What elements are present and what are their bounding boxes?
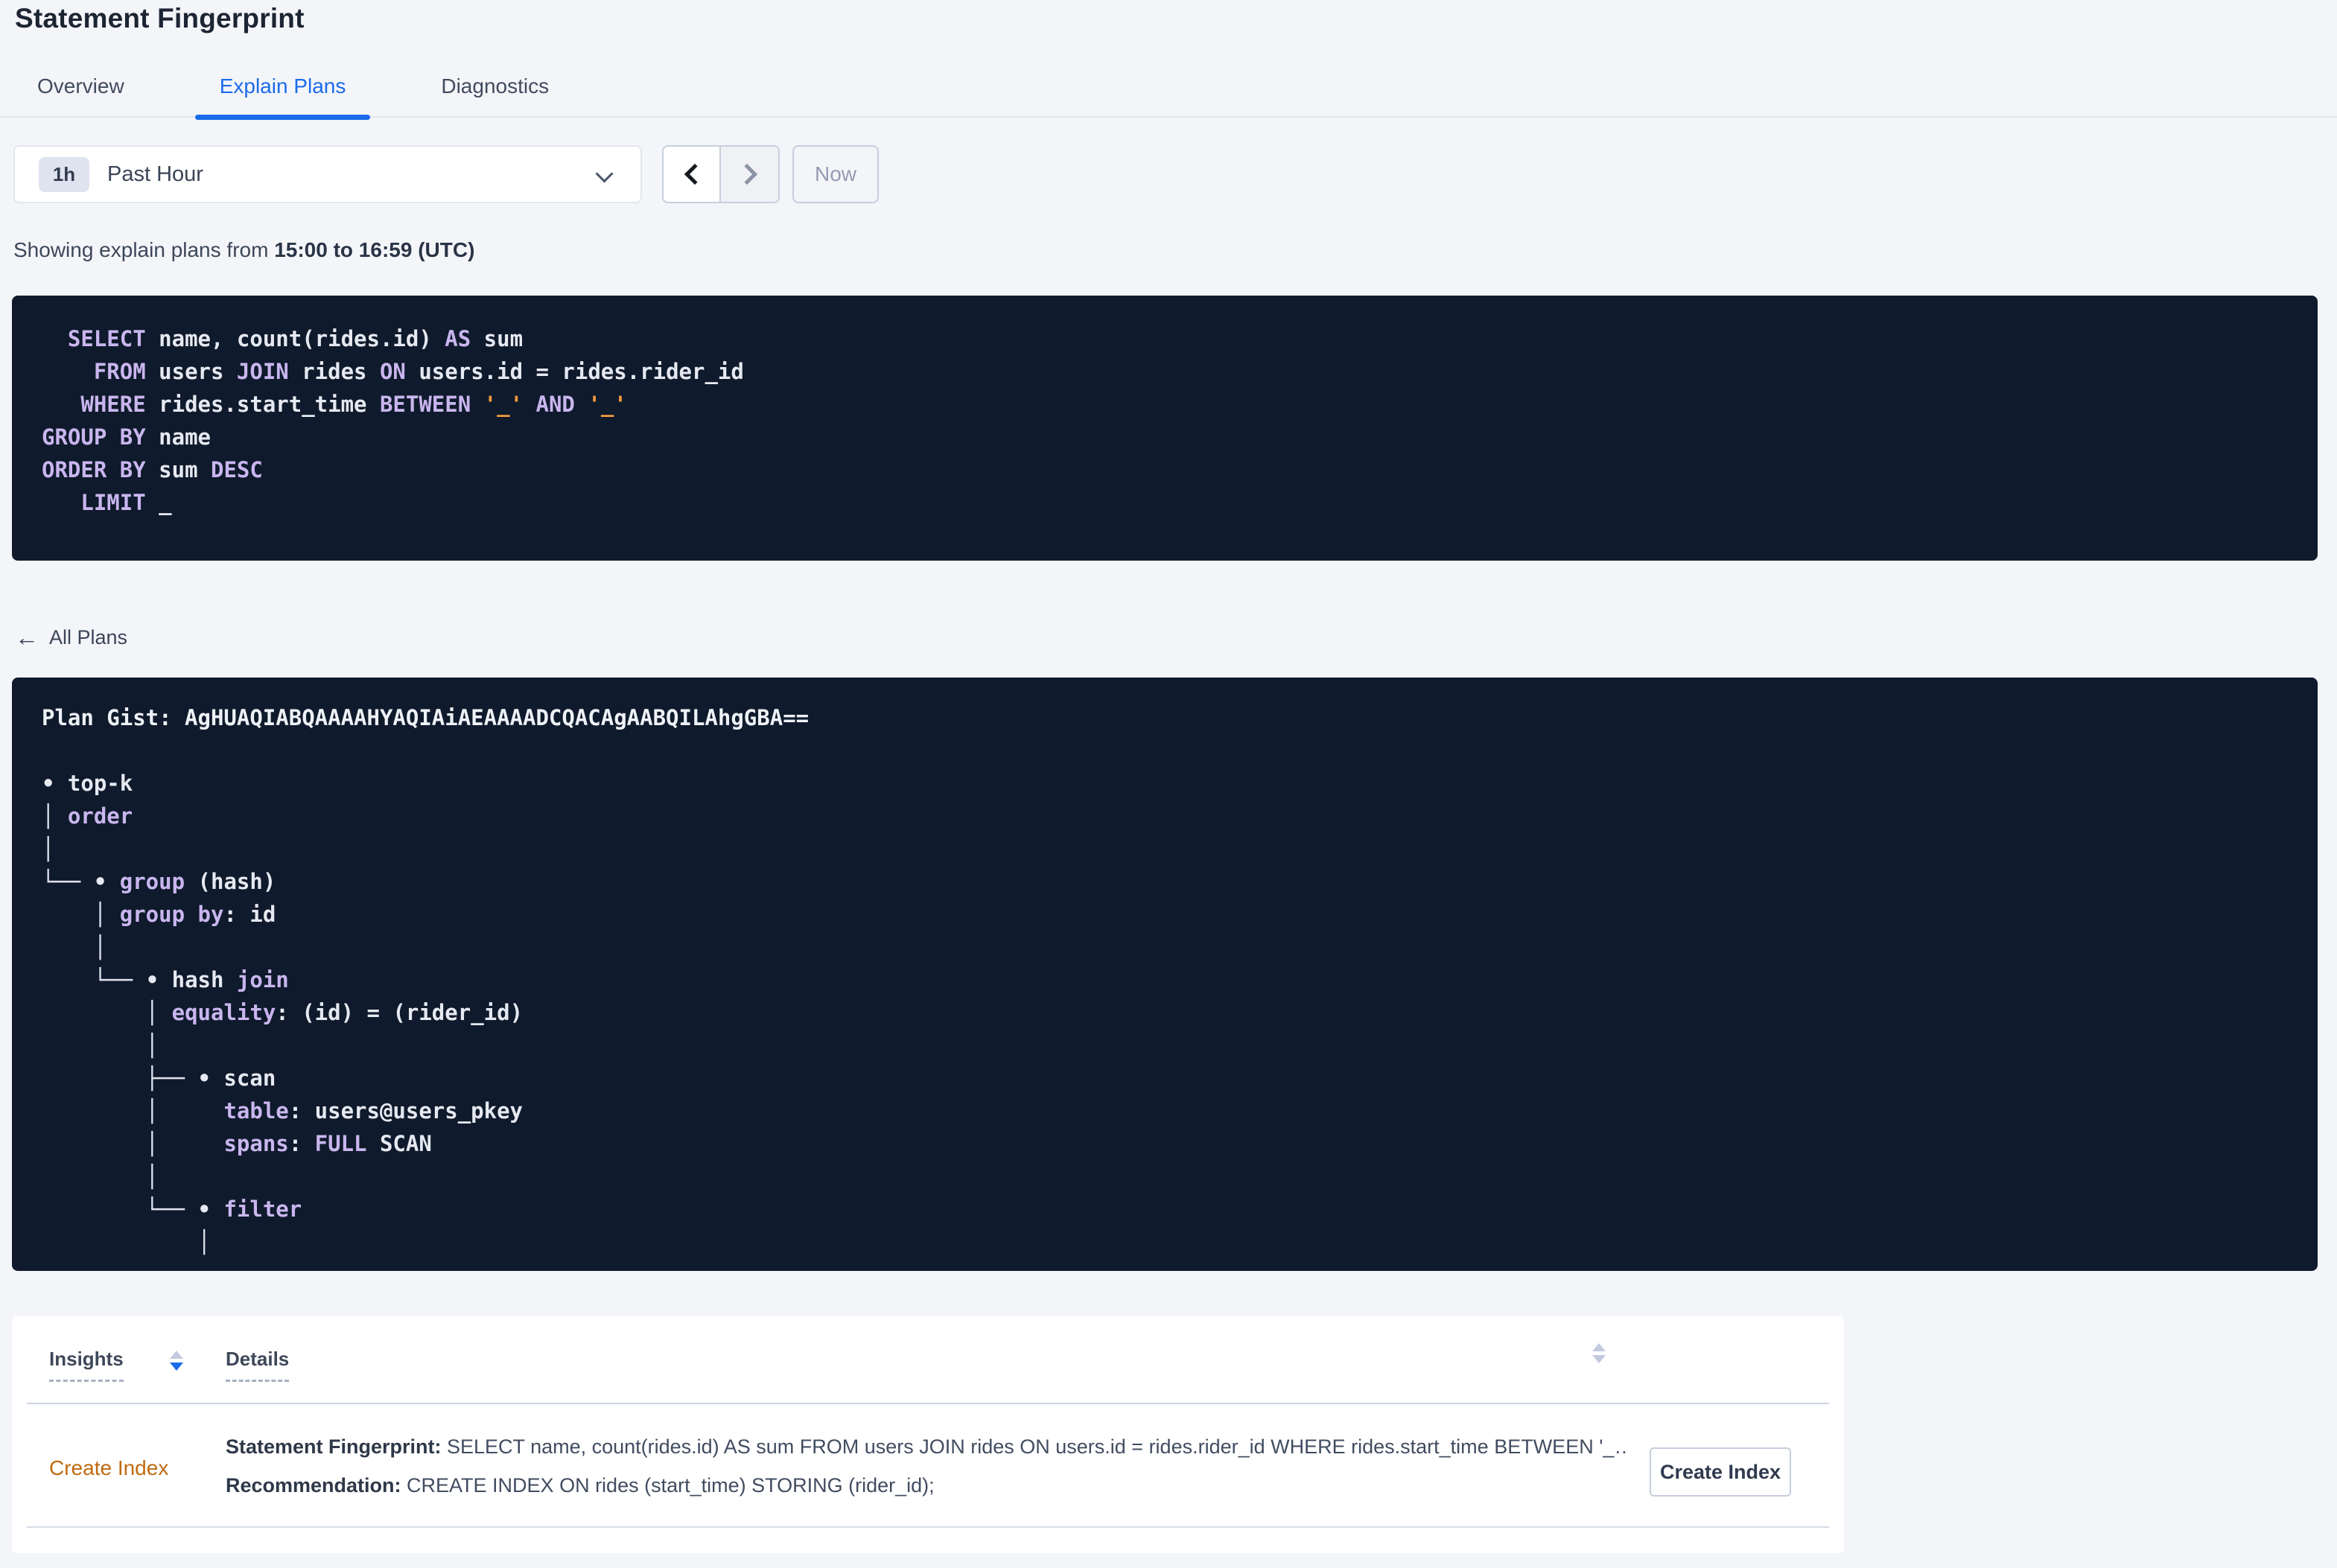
showing-plans-summary: Showing explain plans from 15:00 to 16:5… — [13, 238, 474, 262]
insights-table-card: Insights Details Create Index Statement … — [12, 1316, 1844, 1553]
sort-up-icon — [170, 1351, 183, 1359]
next-range-button[interactable] — [721, 147, 778, 202]
row-divider — [27, 1526, 1829, 1528]
sort-down-icon — [170, 1363, 183, 1371]
tab-bar: Overview Explain Plans Diagnostics — [0, 68, 2337, 120]
sql-statement-block: SELECT name, count(rides.id) AS sum FROM… — [12, 296, 2318, 561]
time-controls: 1h Past Hour Now — [13, 145, 879, 203]
fingerprint-label: Statement Fingerprint: — [226, 1435, 442, 1458]
column-header-details[interactable]: Details — [226, 1348, 290, 1382]
chevron-left-icon — [684, 163, 705, 185]
all-plans-label: All Plans — [49, 625, 128, 648]
tab-diagnostics[interactable]: Diagnostics — [441, 68, 549, 116]
arrow-left-icon: ← — [15, 624, 39, 651]
previous-range-button[interactable] — [664, 147, 721, 202]
column-header-insights[interactable]: Insights — [49, 1348, 124, 1382]
statement-fingerprint-page: Statement Fingerprint Overview Explain P… — [0, 0, 2337, 1568]
create-index-button[interactable]: Create Index — [1650, 1447, 1791, 1497]
recommendation-detail: Recommendation: CREATE INDEX ON rides (s… — [226, 1474, 1626, 1497]
chevron-down-icon — [595, 165, 614, 183]
time-range-label: Past Hour — [107, 162, 203, 186]
insight-type-link[interactable]: Create Index — [49, 1456, 168, 1480]
now-button[interactable]: Now — [792, 145, 879, 203]
sort-details-icon[interactable] — [1592, 1343, 1606, 1363]
time-range-badge: 1h — [39, 156, 89, 192]
all-plans-back-link[interactable]: ← All Plans — [15, 625, 127, 649]
chevron-right-icon — [736, 163, 757, 185]
sort-up-icon — [1592, 1343, 1606, 1351]
time-pager — [662, 145, 780, 203]
sort-insights-icon[interactable] — [170, 1351, 183, 1371]
recommendation-text: CREATE INDEX ON rides (start_time) STORI… — [401, 1474, 935, 1497]
fingerprint-text: SELECT name, count(rides.id) AS sum FROM… — [441, 1435, 1626, 1458]
summary-prefix: Showing explain plans from — [13, 238, 275, 261]
plan-gist-block: Plan Gist: AgHUAQIABQAAAAHYAQIAiAEAAAADC… — [12, 678, 2318, 1271]
recommendation-label: Recommendation: — [226, 1474, 401, 1497]
tab-overview[interactable]: Overview — [37, 68, 124, 116]
summary-range: 15:00 to 16:59 (UTC) — [274, 238, 475, 261]
tab-explain-plans[interactable]: Explain Plans — [194, 68, 370, 120]
fingerprint-detail: Statement Fingerprint: SELECT name, coun… — [226, 1435, 1626, 1459]
sort-down-icon — [1592, 1355, 1606, 1363]
page-title: Statement Fingerprint — [15, 3, 305, 34]
header-divider — [27, 1403, 1829, 1404]
time-range-dropdown[interactable]: 1h Past Hour — [13, 145, 642, 203]
